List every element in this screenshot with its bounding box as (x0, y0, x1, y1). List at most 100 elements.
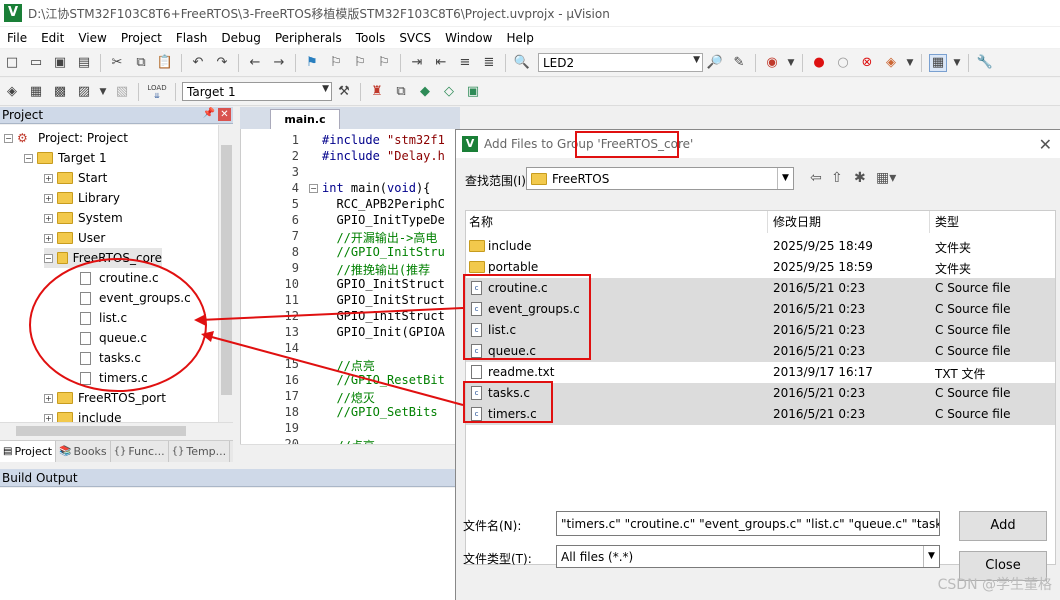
close-icon[interactable]: ✕ (1039, 135, 1052, 154)
column-divider[interactable] (767, 211, 768, 233)
debug-session-icon[interactable]: ◉ (763, 54, 781, 72)
tree-item-group-freertos-port[interactable]: + FreeRTOS_port (44, 388, 166, 408)
tab-templates[interactable]: {} Temp... (169, 441, 231, 462)
menu-window[interactable]: Window (438, 31, 499, 45)
column-divider[interactable] (929, 211, 930, 233)
save-icon[interactable]: ▣ (51, 54, 69, 72)
prev-bookmark-icon[interactable]: ⚐ (327, 54, 345, 72)
tree-item-file[interactable]: croutine.c (80, 268, 159, 288)
expand-icon[interactable]: + (44, 233, 53, 243)
nav-forward-icon[interactable]: → (270, 54, 288, 72)
filetype-select[interactable]: All files (*.*) ▼ (556, 545, 940, 568)
tree-item-file[interactable]: list.c (80, 308, 127, 328)
tree-item-group-library[interactable]: + Library (44, 188, 120, 208)
build-icon[interactable]: ▦ (27, 83, 45, 101)
open-folder-icon[interactable]: ▭ (27, 54, 45, 72)
editor-horizontal-scrollbar[interactable] (240, 444, 455, 460)
expand-icon[interactable]: + (44, 173, 53, 183)
select-packs-icon[interactable]: ◆ (416, 83, 434, 101)
tree-item-group-system[interactable]: + System (44, 208, 123, 228)
filename-input[interactable]: "timers.c" "croutine.c" "event_groups.c"… (556, 511, 940, 536)
kill-breakpoints-icon[interactable]: ⊗ (858, 54, 876, 72)
manage-components-icon[interactable]: ♜ (368, 83, 386, 101)
target-select[interactable]: Target 1 ▼ (182, 82, 332, 101)
menu-tools[interactable]: Tools (349, 31, 393, 45)
up-folder-icon[interactable]: ⇧ (831, 170, 843, 186)
unindent-icon[interactable]: ⇤ (432, 54, 450, 72)
menu-flash[interactable]: Flash (169, 31, 214, 45)
next-bookmark-icon[interactable]: ⚐ (351, 54, 369, 72)
tab-main-c[interactable]: main.c (270, 109, 340, 129)
configure-icon[interactable]: 🔧 (976, 54, 994, 72)
find-icon[interactable]: 🔎 (706, 54, 724, 72)
expand-icon[interactable]: + (44, 393, 53, 403)
menu-debug[interactable]: Debug (214, 31, 267, 45)
kill-all-breakpoints-icon[interactable]: ◈ (882, 54, 900, 72)
menu-file[interactable]: File (0, 31, 34, 45)
tab-books[interactable]: 📚 Books (56, 441, 111, 462)
tree-vertical-scrollbar[interactable] (218, 125, 233, 422)
load-icon[interactable]: LOAD ⇊ (146, 83, 168, 101)
column-name[interactable]: 名称 (469, 213, 493, 230)
file-row[interactable]: readme.txt 2013/9/17 16:17 TXT 文件 (466, 362, 1055, 383)
chevron-down-icon[interactable]: ▼ (787, 54, 795, 72)
collapse-icon[interactable]: − (44, 253, 53, 263)
menu-view[interactable]: View (71, 31, 113, 45)
pin-icon[interactable]: 📌 (203, 108, 215, 119)
file-extensions-icon[interactable]: ⧉ (392, 83, 410, 101)
tree-item-file[interactable]: timers.c (80, 368, 148, 388)
menu-help[interactable]: Help (499, 31, 540, 45)
disable-breakpoint-icon[interactable]: ○ (834, 54, 852, 72)
collapse-icon[interactable]: − (24, 153, 33, 163)
tree-item-file[interactable]: tasks.c (80, 348, 141, 368)
menu-svcs[interactable]: SVCS (392, 31, 438, 45)
save-all-icon[interactable]: ▤ (75, 54, 93, 72)
clear-bookmarks-icon[interactable]: ⚐ (375, 54, 393, 72)
indent-icon[interactable]: ⇥ (408, 54, 426, 72)
breakpoint-icon[interactable]: ● (810, 54, 828, 72)
look-in-select[interactable]: FreeRTOS ▼ (526, 167, 794, 190)
tree-horizontal-scrollbar[interactable] (0, 422, 233, 438)
new-file-icon[interactable]: □ (3, 54, 21, 72)
incremental-find-icon[interactable]: ✎ (730, 54, 748, 72)
expand-icon[interactable]: + (44, 413, 53, 422)
tree-item-group-freertos-core[interactable]: − FreeRTOS_core (44, 248, 162, 268)
back-arrow-icon[interactable]: ⇦ (810, 170, 822, 186)
chevron-down-icon[interactable]: ▼ (953, 54, 961, 72)
file-row[interactable]: include 2025/9/25 18:49 文件夹 (466, 236, 1055, 257)
paste-icon[interactable]: 📋 (156, 54, 174, 72)
redo-icon[interactable]: ↷ (213, 54, 231, 72)
column-date[interactable]: 修改日期 (773, 213, 821, 230)
tree-item-target[interactable]: − Target 1 (24, 148, 107, 168)
tab-project[interactable]: ▤ Project (0, 441, 57, 462)
find-combo[interactable]: LED2 ▼ (538, 53, 703, 72)
view-menu-icon[interactable]: ▦▾ (876, 170, 896, 186)
find-in-files-icon[interactable]: 🔍 (513, 54, 531, 72)
tree-item-group-include[interactable]: + include (44, 408, 121, 422)
cut-icon[interactable]: ✂ (108, 54, 126, 72)
expand-icon[interactable]: + (44, 193, 53, 203)
uncomment-icon[interactable]: ≣ (480, 54, 498, 72)
collapse-icon[interactable]: − (4, 133, 13, 143)
build-output-pane[interactable] (0, 488, 455, 600)
copy-icon[interactable]: ⧉ (132, 54, 150, 72)
tree-item-group-start[interactable]: + Start (44, 168, 107, 188)
chevron-down-icon[interactable]: ▼ (906, 54, 914, 72)
pack-installer-icon[interactable]: ◇ (440, 83, 458, 101)
translate-icon[interactable]: ◈ (3, 83, 21, 101)
bookmark-icon[interactable]: ⚑ (303, 54, 321, 72)
file-row[interactable]: c timers.c 2016/5/21 0:23 C Source file (466, 404, 1055, 425)
menu-edit[interactable]: Edit (34, 31, 71, 45)
fold-icon[interactable]: − (309, 184, 318, 193)
undo-icon[interactable]: ↶ (189, 54, 207, 72)
run-time-environment-icon[interactable]: ▣ (464, 83, 482, 101)
stop-build-icon[interactable]: ▧ (113, 83, 131, 101)
file-row[interactable]: c tasks.c 2016/5/21 0:23 C Source file (466, 383, 1055, 404)
comment-icon[interactable]: ≡ (456, 54, 474, 72)
tree-item-file[interactable]: event_groups.c (80, 288, 191, 308)
menu-peripherals[interactable]: Peripherals (268, 31, 349, 45)
target-options-icon[interactable]: ⚒ (335, 83, 353, 101)
tab-functions[interactable]: {} Func... (111, 441, 169, 462)
expand-icon[interactable]: + (44, 213, 53, 223)
column-type[interactable]: 类型 (935, 213, 959, 230)
